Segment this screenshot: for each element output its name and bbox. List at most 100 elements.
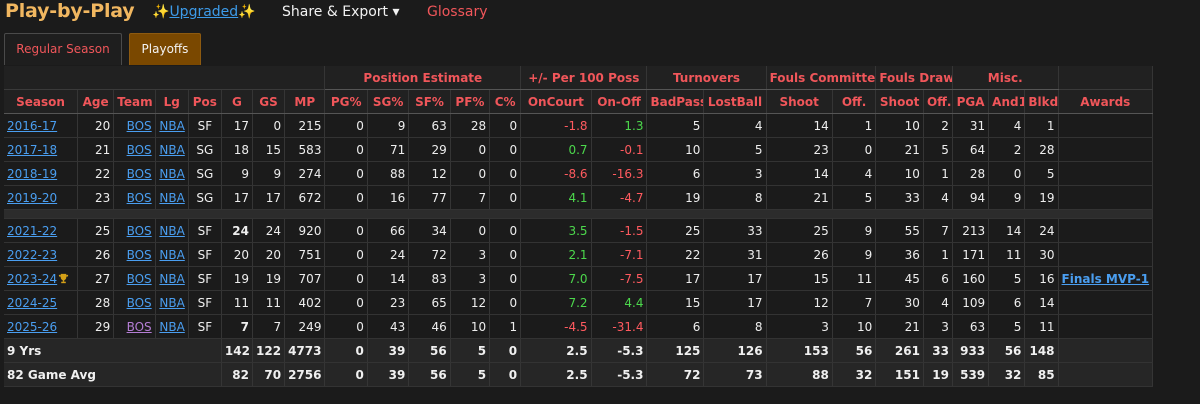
- team-cell-value[interactable]: BOS: [127, 248, 152, 262]
- col-sf-pct[interactable]: SF%: [408, 89, 451, 114]
- col-fc-shoot[interactable]: Shoot: [766, 89, 833, 114]
- col-on-off[interactable]: On-Off: [591, 89, 648, 114]
- league-cell[interactable]: NBA: [155, 290, 189, 315]
- season-cell[interactable]: 2022-23: [4, 242, 79, 267]
- team-cell[interactable]: BOS: [113, 314, 156, 339]
- sf-pct-cell: 29: [408, 137, 451, 162]
- team-cell[interactable]: BOS: [113, 266, 156, 291]
- col-fd-off[interactable]: Off.: [923, 89, 953, 114]
- col-pg-pct[interactable]: PG%: [324, 89, 368, 114]
- col-season[interactable]: Season: [4, 89, 79, 114]
- pga-cell: 64: [952, 137, 990, 162]
- league-cell-value[interactable]: NBA: [159, 320, 184, 334]
- team-cell[interactable]: BOS: [113, 218, 156, 243]
- season-cell[interactable]: 2025-26: [4, 314, 79, 339]
- group-plus-minus: +/- Per 100 Poss: [520, 66, 648, 90]
- upgraded-link[interactable]: Upgraded: [169, 4, 238, 20]
- league-cell[interactable]: NBA: [155, 314, 189, 339]
- totals-sf-cell-value: 56: [430, 367, 447, 382]
- season-cell[interactable]: 2021-22: [4, 218, 79, 243]
- league-cell-value[interactable]: NBA: [159, 296, 184, 310]
- team-cell-value[interactable]: BOS: [127, 119, 152, 133]
- oncourt-cell: -1.8: [520, 113, 592, 138]
- season-cell[interactable]: 2018-19: [4, 161, 79, 186]
- team-cell-value[interactable]: BOS: [127, 191, 152, 205]
- blkd-cell: 14: [1024, 290, 1059, 315]
- share-export-menu[interactable]: Share & Export ▾: [282, 4, 400, 20]
- season-cell-value[interactable]: 2025-26: [7, 320, 57, 334]
- league-cell-value[interactable]: NBA: [159, 119, 184, 133]
- season-cell-value[interactable]: 2018-19: [7, 167, 57, 181]
- sg-pct-cell-value: 24: [390, 247, 406, 262]
- awards-cell-value[interactable]: Finals MVP-1: [1062, 272, 1150, 286]
- col-pf-pct[interactable]: PF%: [450, 89, 491, 114]
- team-cell-value[interactable]: BOS: [127, 143, 152, 157]
- col-pos[interactable]: Pos: [188, 89, 222, 114]
- col-oncourt[interactable]: OnCourt: [520, 89, 592, 114]
- team-cell-value[interactable]: BOS: [127, 296, 152, 310]
- season-cell[interactable]: 2016-17: [4, 113, 79, 138]
- team-cell-value[interactable]: BOS: [127, 224, 152, 238]
- col-mp[interactable]: MP: [284, 89, 326, 114]
- col-blkd[interactable]: Blkd: [1024, 89, 1059, 114]
- league-cell-value[interactable]: NBA: [159, 224, 184, 238]
- league-cell-value[interactable]: NBA: [159, 191, 184, 205]
- team-cell[interactable]: BOS: [113, 137, 156, 162]
- team-cell[interactable]: BOS: [113, 113, 156, 138]
- col-lostball[interactable]: LostBall: [703, 89, 767, 114]
- col-fc-off[interactable]: Off.: [832, 89, 877, 114]
- team-cell-value[interactable]: BOS: [127, 167, 152, 181]
- col-fd-shoot[interactable]: Shoot: [875, 89, 924, 114]
- col-lg[interactable]: Lg: [155, 89, 189, 114]
- season-cell-value[interactable]: 2019-20: [7, 191, 57, 205]
- sg-pct-cell-value: 14: [390, 271, 406, 286]
- upgraded-badge[interactable]: ✨Upgraded✨: [152, 4, 256, 20]
- season-cell[interactable]: 2024-25: [4, 290, 79, 315]
- season-cell-value[interactable]: 2023-24: [7, 272, 57, 286]
- col-badpass[interactable]: BadPass: [646, 89, 705, 114]
- league-cell-value[interactable]: NBA: [159, 167, 184, 181]
- team-cell[interactable]: BOS: [113, 161, 156, 186]
- glossary-link[interactable]: Glossary: [427, 4, 488, 20]
- team-cell-value[interactable]: BOS: [127, 272, 152, 286]
- col-age[interactable]: Age: [77, 89, 115, 114]
- team-cell-value[interactable]: BOS: [127, 320, 152, 334]
- col-and1[interactable]: And1: [988, 89, 1026, 114]
- season-cell-value[interactable]: 2021-22: [7, 224, 57, 238]
- col-g[interactable]: G: [221, 89, 253, 114]
- season-cell[interactable]: 2017-18: [4, 137, 79, 162]
- league-cell-value[interactable]: NBA: [159, 272, 184, 286]
- col-c-pct[interactable]: C%: [489, 89, 522, 114]
- col-gs[interactable]: GS: [252, 89, 286, 114]
- league-cell[interactable]: NBA: [155, 113, 189, 138]
- league-cell[interactable]: NBA: [155, 137, 189, 162]
- pf-pct-cell-value: 0: [478, 223, 487, 238]
- team-cell[interactable]: BOS: [113, 242, 156, 267]
- totals-c-cell-value: 0: [508, 367, 518, 382]
- season-cell-value[interactable]: 2024-25: [7, 296, 57, 310]
- col-team[interactable]: Team: [113, 89, 156, 114]
- league-cell[interactable]: NBA: [155, 161, 189, 186]
- fouls-committed-off-cell: 0: [832, 137, 877, 162]
- league-cell-value[interactable]: NBA: [159, 248, 184, 262]
- league-cell[interactable]: NBA: [155, 266, 189, 291]
- league-cell[interactable]: NBA: [155, 218, 189, 243]
- col-pga[interactable]: PGA: [952, 89, 990, 114]
- col-sg-pct[interactable]: SG%: [367, 89, 410, 114]
- team-cell[interactable]: BOS: [113, 185, 156, 210]
- season-cell-value[interactable]: 2022-23: [7, 248, 57, 262]
- fouls-drawn-shoot-cell-value: 30: [904, 295, 920, 310]
- tab-playoffs[interactable]: Playoffs: [129, 33, 201, 65]
- season-cell-value[interactable]: 2016-17: [7, 119, 57, 133]
- sg-pct-cell-value: 88: [390, 166, 406, 181]
- league-cell[interactable]: NBA: [155, 185, 189, 210]
- team-cell[interactable]: BOS: [113, 290, 156, 315]
- league-cell[interactable]: NBA: [155, 242, 189, 267]
- season-cell[interactable]: 2023-24: [4, 266, 79, 291]
- tab-regular-season[interactable]: Regular Season: [4, 33, 122, 65]
- awards-cell[interactable]: Finals MVP-1: [1058, 266, 1154, 291]
- col-awards[interactable]: Awards: [1058, 89, 1154, 114]
- season-cell-value[interactable]: 2017-18: [7, 143, 57, 157]
- league-cell-value[interactable]: NBA: [159, 143, 184, 157]
- season-cell[interactable]: 2019-20: [4, 185, 79, 210]
